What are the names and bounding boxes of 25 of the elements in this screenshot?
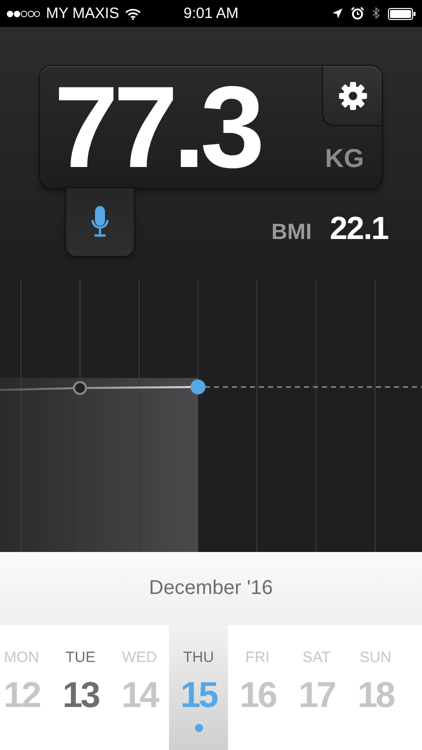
day-tab[interactable]: SUN 18 [346,625,405,750]
weight-value: 77.3 [53,66,262,188]
bmi-label: BMI [271,219,312,245]
microphone-icon [91,205,109,239]
voice-button[interactable] [66,188,134,256]
selected-day-dot [194,724,202,732]
bluetooth-icon [372,7,380,20]
day-tab[interactable]: TUE 13 [51,625,110,750]
month-title: December '16 [149,577,273,600]
alarm-clock-icon [351,7,364,20]
wifi-icon [125,8,142,20]
settings-button[interactable] [322,66,382,126]
day-tab[interactable]: FRI 16 [228,625,287,750]
location-arrow-icon [332,8,343,19]
bmi-value: 22.1 [330,210,388,247]
day-tab[interactable]: WED 14 [110,625,169,750]
carrier-name: MY MAXIS [46,5,120,22]
settings-icon [338,80,368,110]
day-tab[interactable]: THU 15 [169,625,228,750]
clock-time: 9:01 AM [183,5,239,22]
unit-label: KG [325,143,365,175]
battery-icon [388,8,416,20]
signal-icon [6,10,40,18]
day-tab[interactable]: SAT 17 [287,625,346,750]
day-tab[interactable]: MON 12 [0,625,51,750]
